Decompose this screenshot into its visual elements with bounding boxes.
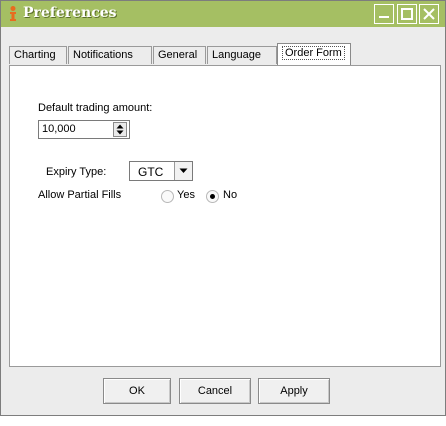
spin-arrows-icon (116, 124, 124, 135)
app-icon (10, 6, 16, 21)
maximize-icon (401, 8, 413, 20)
partial-fills-yes-radio[interactable] (161, 190, 174, 203)
window-title: Preferences (23, 5, 117, 21)
tab-language[interactable]: Language (207, 46, 277, 64)
partial-fills-yes-label: Yes (177, 189, 195, 201)
tab-notifications[interactable]: Notifications (68, 46, 152, 64)
tab-charting[interactable]: Charting (9, 46, 67, 64)
tab-strip: Charting Notifications General Language … (9, 43, 439, 66)
apply-button[interactable]: Apply (258, 378, 330, 404)
title-bar[interactable]: Preferences (1, 1, 445, 27)
default-amount-value: 10,000 (42, 123, 76, 135)
partial-fills-no-label: No (223, 189, 238, 201)
spinner-button[interactable] (113, 122, 127, 137)
apply-button-label: Apply (280, 385, 308, 397)
expiry-type-select[interactable]: GTC (129, 161, 193, 181)
minimize-icon (379, 16, 389, 18)
tab-label: Notifications (73, 49, 133, 61)
partial-fills-no-radio[interactable] (206, 190, 219, 203)
ok-button[interactable]: OK (103, 378, 171, 404)
expiry-type-label: Expiry Type: (46, 166, 107, 178)
default-amount-spinner[interactable]: 10,000 (38, 120, 130, 139)
maximize-button[interactable] (397, 4, 417, 24)
chevron-down-icon (179, 168, 188, 173)
dropdown-button[interactable] (174, 162, 192, 180)
ok-button-label: OK (129, 385, 145, 397)
cancel-button[interactable]: Cancel (179, 378, 251, 404)
minimize-button[interactable] (374, 4, 394, 24)
close-icon (423, 8, 435, 20)
tab-label: General (158, 49, 198, 61)
preferences-window: Preferences Charting Notifications Gener… (0, 0, 446, 416)
expiry-type-value: GTC (138, 165, 164, 179)
cancel-button-label: Cancel (197, 385, 233, 397)
tab-label: Language (212, 49, 261, 61)
partial-fills-label: Allow Partial Fills (38, 189, 122, 201)
tab-label: Order Form (282, 46, 345, 60)
tab-order-form[interactable]: Order Form (277, 43, 351, 66)
close-button[interactable] (419, 4, 439, 24)
tab-label: Charting (14, 49, 56, 61)
default-amount-label: Default trading amount: (38, 102, 153, 114)
tab-general[interactable]: General (153, 46, 206, 64)
